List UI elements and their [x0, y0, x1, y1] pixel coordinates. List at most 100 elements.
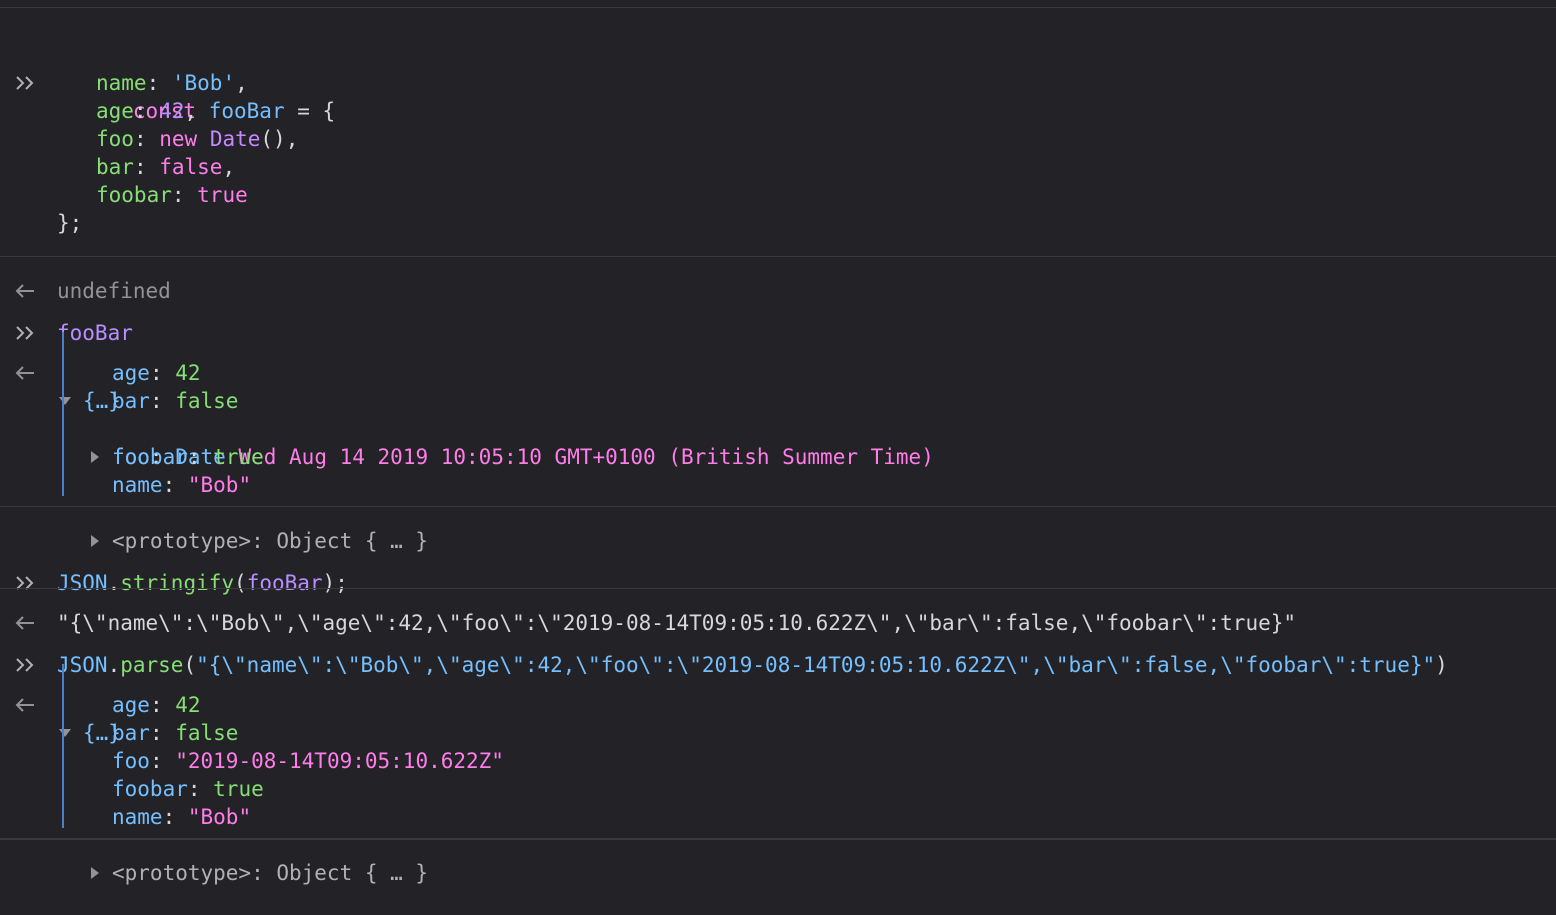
console-output: const fooBar = { name: 'Bob', age: 42, f… [0, 0, 1556, 885]
property-value: false [175, 721, 239, 745]
object-summary-row[interactable]: {…} [0, 303, 121, 413]
code-key: foo [96, 127, 134, 151]
console-input-row[interactable]: JSON.stringify(fooBar); [0, 513, 348, 595]
property-key: bar [112, 389, 150, 413]
function-argument: fooBar [246, 571, 323, 595]
prototype-row[interactable]: <prototype>: Object { … } [0, 803, 428, 885]
row-separator [0, 506, 1556, 507]
property-key: foo [112, 749, 150, 773]
code-key: name [96, 71, 147, 95]
code-comma: , [184, 99, 198, 123]
variable-name: fooBar [208, 99, 285, 123]
code-colon: : [146, 71, 172, 95]
property-colon: : [149, 693, 176, 717]
property-key: name [112, 805, 163, 829]
code-colon: : [133, 127, 160, 151]
code-key: bar [96, 155, 134, 179]
function-argument: "{\"name\":\"Bob\",\"age\":42,\"foo\":\"… [196, 653, 1436, 677]
property-key: foobar [112, 777, 188, 801]
bottom-border [0, 838, 1556, 840]
property-value: "Bob" [187, 473, 252, 497]
code-paren: ) [1435, 653, 1448, 677]
code-line: age: 42, [0, 69, 197, 123]
property-value: "2019-08-14T09:05:10.622Z" [175, 749, 504, 773]
object-property: foo: "2019-08-14T09:05:10.622Z" [0, 719, 504, 773]
property-value: true [213, 445, 264, 469]
input-expression: fooBar [57, 321, 133, 345]
property-value: 42 [175, 693, 201, 717]
code-line: name: 'Bob', [0, 41, 248, 95]
property-colon: : [149, 749, 176, 773]
console-input-row[interactable]: const fooBar = { [0, 13, 335, 123]
object-property-expandable[interactable]: foo: Date Wed Aug 14 2019 10:05:10 GMT+0… [0, 387, 934, 469]
code-string: 'Bob' [171, 71, 236, 95]
property-key: age [112, 361, 150, 385]
property-value: true [213, 777, 264, 801]
tree-indent-guide [62, 332, 64, 496]
prototype-label: <prototype>: Object { … } [112, 861, 429, 885]
code-comma: , [222, 155, 236, 179]
code-comma: , [235, 71, 248, 95]
code-colon: : [171, 183, 198, 207]
code-number: 42 [159, 99, 185, 123]
object-property: name: "Bob" [0, 775, 251, 829]
property-key: name [112, 473, 163, 497]
triangle-right-icon[interactable] [88, 859, 102, 887]
code-closing: }; [57, 211, 83, 235]
object-property: age: 42 [0, 331, 201, 385]
class-name: Date [209, 127, 261, 151]
row-separator [0, 588, 1556, 589]
code-key: age [96, 99, 134, 123]
property-key: bar [112, 721, 150, 745]
triangle-down-icon[interactable] [57, 719, 73, 747]
code-boolean: false [159, 155, 223, 179]
console-result-row: "{\"name\":\"Bob\",\"age\":42,\"foo\":\"… [0, 553, 1296, 635]
code-line: bar: false, [0, 125, 235, 179]
object-property: bar: false [0, 691, 238, 745]
property-colon: : [162, 805, 188, 829]
property-key: foobar [112, 445, 188, 469]
console-input-row[interactable]: JSON.parse("{\"name\":\"Bob\",\"age\":42… [0, 595, 1448, 677]
result-string: "{\"name\":\"Bob\",\"age\":42,\"foo\":\"… [57, 611, 1297, 635]
code-punctuation: = { [284, 99, 336, 123]
console-input-row[interactable]: fooBar [0, 263, 133, 345]
code-paren: ); [322, 571, 348, 595]
prototype-label: <prototype>: Object { … } [112, 529, 429, 553]
object-summary-row[interactable]: {…} [0, 635, 121, 745]
property-key: age [112, 693, 150, 717]
code-line: foobar: true [0, 153, 248, 207]
result-undefined: undefined [57, 279, 171, 303]
prototype-row[interactable]: <prototype>: Object { … } [0, 471, 428, 553]
object-property: name: "Bob" [0, 443, 251, 497]
code-colon: : [133, 99, 160, 123]
code-key: foobar [96, 183, 172, 207]
code-line: foo: new Date(), [0, 97, 298, 151]
object-property: bar: false [0, 359, 238, 413]
code-line: }; [0, 181, 82, 235]
property-colon: : [149, 389, 176, 413]
code-paren: ( [183, 653, 197, 677]
code-dot: . [107, 653, 121, 677]
object-property: foobar: true [0, 415, 264, 469]
code-colon: : [133, 155, 160, 179]
console-result-row: undefined [0, 221, 171, 303]
tree-indent-guide [62, 664, 64, 828]
function-name: stringify [120, 571, 235, 595]
object-property: age: 42 [0, 663, 201, 717]
json-object: JSON [57, 653, 108, 677]
property-value: Wed Aug 14 2019 10:05:10 GMT+0100 (Briti… [238, 445, 934, 469]
code-paren: ( [234, 571, 247, 595]
property-colon: : [149, 721, 176, 745]
property-colon: : [149, 361, 176, 385]
object-property: foobar: true [0, 747, 264, 801]
triangle-right-icon[interactable] [88, 527, 102, 555]
property-colon: : [162, 473, 188, 497]
property-colon: : [187, 445, 214, 469]
json-object: JSON [57, 571, 108, 595]
triangle-down-icon[interactable] [57, 387, 73, 415]
triangle-right-icon[interactable] [88, 443, 102, 471]
property-value: "Bob" [187, 805, 252, 829]
property-colon: : [187, 777, 214, 801]
code-boolean: true [197, 183, 248, 207]
function-name: parse [120, 653, 184, 677]
